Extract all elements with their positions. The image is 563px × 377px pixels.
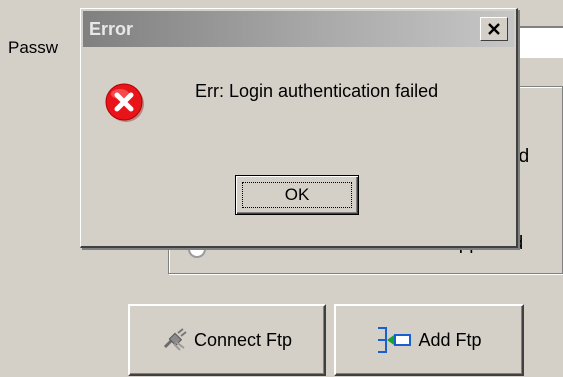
add-ftp-button[interactable]: Add Ftp	[334, 304, 524, 376]
ok-button[interactable]: OK	[235, 175, 359, 215]
add-ftp-label: Add Ftp	[418, 329, 482, 350]
close-button[interactable]	[480, 17, 508, 41]
plug-disconnected-icon	[162, 327, 188, 353]
close-icon	[488, 23, 500, 35]
dialog-title: Error	[89, 19, 134, 39]
focus-rectangle	[242, 182, 352, 208]
dialog-titlebar[interactable]: Error	[83, 11, 514, 47]
error-message: Err: Login authentication failed	[195, 81, 439, 101]
add-node-icon	[376, 325, 412, 355]
error-icon	[105, 83, 144, 122]
password-label: Passw	[8, 38, 59, 57]
connect-ftp-button[interactable]: Connect Ftp	[128, 304, 326, 376]
connect-ftp-label: Connect Ftp	[193, 329, 293, 350]
error-dialog: Error Err: Login authentication failed O…	[80, 8, 518, 248]
